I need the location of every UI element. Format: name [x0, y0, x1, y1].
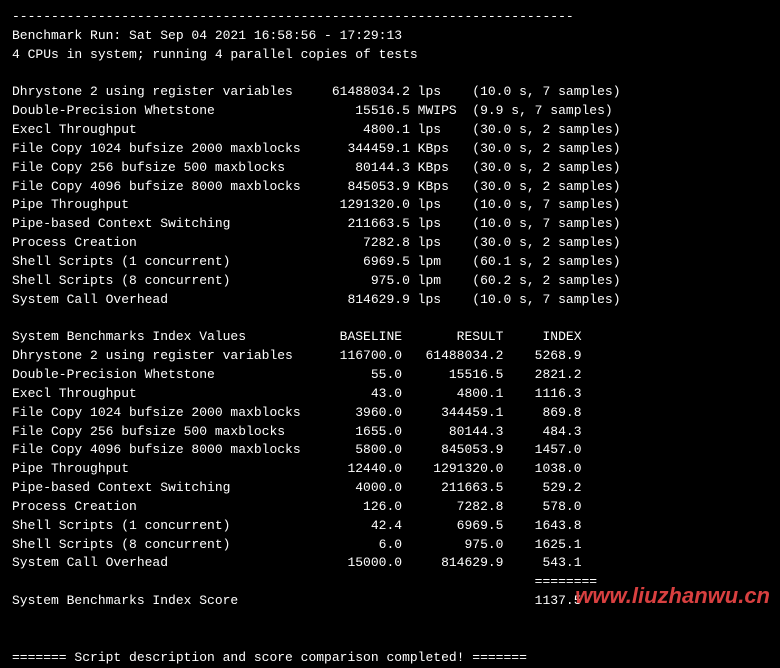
result-row: Shell Scripts (8 concurrent) 975.0 lpm (… [12, 272, 768, 291]
cpu-info-line: 4 CPUs in system; running 4 parallel cop… [12, 46, 768, 65]
result-row: System Call Overhead 814629.9 lps (10.0 … [12, 291, 768, 310]
index-row: Double-Precision Whetstone 55.0 15516.5 … [12, 366, 768, 385]
index-row: File Copy 1024 bufsize 2000 maxblocks 39… [12, 404, 768, 423]
index-row: Execl Throughput 43.0 4800.1 1116.3 [12, 385, 768, 404]
result-row: Shell Scripts (1 concurrent) 6969.5 lpm … [12, 253, 768, 272]
divider-line: ----------------------------------------… [12, 8, 768, 27]
index-row: Shell Scripts (1 concurrent) 42.4 6969.5… [12, 517, 768, 536]
gap [12, 310, 768, 329]
result-row: Execl Throughput 4800.1 lps (30.0 s, 2 s… [12, 121, 768, 140]
index-row: Dhrystone 2 using register variables 116… [12, 347, 768, 366]
index-row: Process Creation 126.0 7282.8 578.0 [12, 498, 768, 517]
result-row: File Copy 256 bufsize 500 maxblocks 8014… [12, 159, 768, 178]
footer-line: ======= Script description and score com… [12, 649, 768, 668]
gap [12, 65, 768, 84]
results-block: Dhrystone 2 using register variables 614… [12, 83, 768, 309]
result-row: Process Creation 7282.8 lps (30.0 s, 2 s… [12, 234, 768, 253]
result-row: Double-Precision Whetstone 15516.5 MWIPS… [12, 102, 768, 121]
index-row: Shell Scripts (8 concurrent) 6.0 975.0 1… [12, 536, 768, 555]
index-row: System Call Overhead 15000.0 814629.9 54… [12, 554, 768, 573]
benchmark-run-line: Benchmark Run: Sat Sep 04 2021 16:58:56 … [12, 27, 768, 46]
result-row: Pipe-based Context Switching 211663.5 lp… [12, 215, 768, 234]
watermark: www.liuzhanwu.cn [575, 580, 770, 612]
index-row: Pipe Throughput 12440.0 1291320.0 1038.0 [12, 460, 768, 479]
index-row: Pipe-based Context Switching 4000.0 2116… [12, 479, 768, 498]
gap [12, 630, 768, 649]
result-row: File Copy 1024 bufsize 2000 maxblocks 34… [12, 140, 768, 159]
index-row: File Copy 4096 bufsize 8000 maxblocks 58… [12, 441, 768, 460]
index-block: Dhrystone 2 using register variables 116… [12, 347, 768, 573]
index-row: File Copy 256 bufsize 500 maxblocks 1655… [12, 423, 768, 442]
index-header-row: System Benchmarks Index Values BASELINE … [12, 328, 768, 347]
gap [12, 611, 768, 630]
result-row: File Copy 4096 bufsize 8000 maxblocks 84… [12, 178, 768, 197]
result-row: Dhrystone 2 using register variables 614… [12, 83, 768, 102]
result-row: Pipe Throughput 1291320.0 lps (10.0 s, 7… [12, 196, 768, 215]
